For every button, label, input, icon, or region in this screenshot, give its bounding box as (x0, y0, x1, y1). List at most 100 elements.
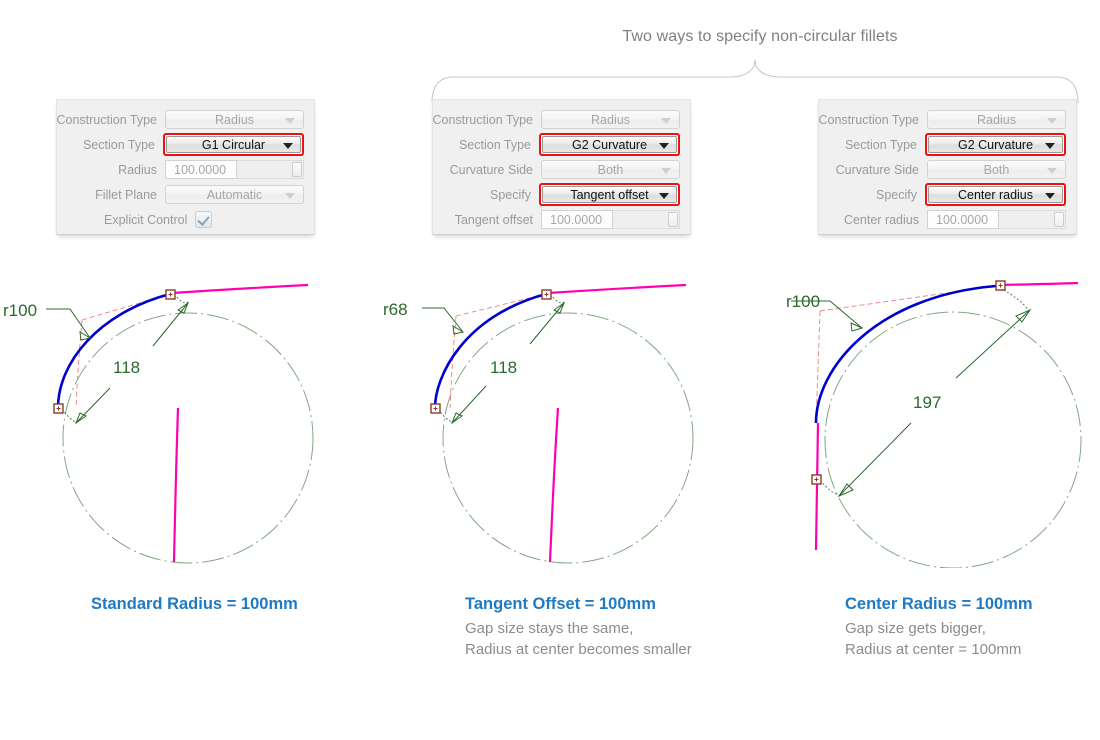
combo-construction-type[interactable]: Radius (541, 110, 680, 129)
combo-curvature-side[interactable]: Both (541, 160, 680, 179)
tangent-offset-slider-handle[interactable] (668, 212, 678, 227)
caption-line-2: Radius at center = 100mm (845, 641, 1022, 658)
row-construction-type: Construction Type Radius (56, 107, 304, 132)
label-construction-type: Construction Type (56, 112, 157, 127)
combo-specify-highlight: Center radius (925, 183, 1066, 206)
combo-construction-type[interactable]: Radius (165, 110, 304, 129)
chevron-down-icon (659, 142, 669, 149)
row-tangent-offset: Tangent offset 100.0000 (441, 207, 680, 232)
tangent-offset-slider-track[interactable] (613, 210, 680, 229)
bracket-icon (431, 59, 1079, 103)
numfield-radius[interactable]: 100.0000 (165, 160, 304, 179)
label-section-type: Section Type (844, 137, 917, 152)
panel-tangent-offset: Construction Type Radius Section Type G2… (432, 99, 691, 235)
numfield-tangent-offset[interactable]: 100.0000 (541, 210, 680, 229)
diagram-tangent-offset: r68 118 (383, 283, 694, 564)
center-radius-slider-handle[interactable] (1054, 212, 1064, 227)
caption-line-1: Gap size gets bigger, (845, 620, 986, 637)
combo-construction-type-value: Radius (215, 112, 254, 127)
row-section-type: Section Type G2 Curvature (827, 132, 1066, 157)
gap-label: 118 (490, 358, 517, 377)
combo-section-type-highlight: G2 Curvature (925, 133, 1066, 156)
caption-title: Tangent Offset = 100mm (465, 595, 656, 613)
combo-specify[interactable]: Tangent offset (542, 186, 677, 203)
check-icon (197, 213, 211, 226)
combo-section-type[interactable]: G2 Curvature (928, 136, 1063, 153)
combo-specify-value: Tangent offset (570, 187, 649, 202)
radius-label: r100 (3, 301, 37, 320)
caption-standard-radius: Standard Radius = 100mm (91, 595, 298, 618)
page-title: Two ways to specify non-circular fillets (622, 28, 898, 45)
row-specify: Specify Tangent offset (441, 182, 680, 207)
caption-center-radius: Center Radius = 100mm Gap size gets bigg… (845, 595, 1033, 660)
row-fillet-plane: Fillet Plane Automatic (65, 182, 304, 207)
row-construction-type: Construction Type Radius (432, 107, 680, 132)
combo-section-type-highlight: G1 Circular (163, 133, 304, 156)
combo-section-type-value: G1 Circular (201, 137, 266, 152)
label-section-type: Section Type (82, 137, 155, 152)
combo-section-type-value: G2 Curvature (957, 137, 1034, 152)
center-radius-input[interactable]: 100.0000 (927, 210, 999, 229)
chevron-down-icon (1045, 142, 1055, 149)
label-specify: Specify (490, 187, 531, 202)
label-fillet-plane: Fillet Plane (95, 187, 157, 202)
combo-construction-type-value: Radius (591, 112, 630, 127)
label-curvature-side: Curvature Side (449, 162, 533, 177)
combo-specify-highlight: Tangent offset (539, 183, 680, 206)
row-section-type: Section Type G1 Circular (65, 132, 304, 157)
caption-line-1: Gap size stays the same, (465, 620, 634, 637)
diagram-standard-radius: r100 118 (3, 283, 314, 564)
radius-input[interactable]: 100.0000 (165, 160, 237, 179)
numfield-center-radius[interactable]: 100.0000 (927, 210, 1066, 229)
radius-label: r100 (786, 292, 820, 311)
diagram-center-radius: r100 197 (786, 280, 1082, 568)
row-explicit-control: Explicit Control (65, 207, 304, 232)
label-construction-type: Construction Type (432, 112, 533, 127)
chevron-down-icon (283, 142, 293, 149)
chevron-down-icon (1047, 117, 1057, 124)
combo-construction-type-value: Radius (977, 112, 1016, 127)
radius-label: r68 (383, 300, 408, 319)
row-curvature-side: Curvature Side Both (827, 157, 1066, 182)
label-explicit-control: Explicit Control (104, 212, 188, 227)
explicit-control-checkbox[interactable] (195, 211, 213, 228)
label-radius: Radius (118, 162, 157, 177)
combo-section-type[interactable]: G2 Curvature (542, 136, 677, 153)
combo-section-type-value: G2 Curvature (571, 137, 648, 152)
gap-label: 197 (913, 393, 941, 412)
combo-section-type[interactable]: G1 Circular (166, 136, 301, 153)
panel-center-radius: Construction Type Radius Section Type G2… (818, 99, 1077, 235)
label-tangent-offset: Tangent offset (454, 212, 533, 227)
chevron-down-icon (659, 192, 669, 199)
combo-construction-type[interactable]: Radius (927, 110, 1066, 129)
label-center-radius: Center radius (843, 212, 919, 227)
caption-tangent-offset: Tangent Offset = 100mm Gap size stays th… (465, 595, 692, 660)
row-construction-type: Construction Type Radius (818, 107, 1066, 132)
label-construction-type: Construction Type (818, 112, 919, 127)
radius-slider-track[interactable] (237, 160, 304, 179)
center-radius-slider-track[interactable] (999, 210, 1066, 229)
caption-line-2: Radius at center becomes smaller (465, 641, 692, 658)
row-center-radius: Center radius 100.0000 (827, 207, 1066, 232)
gap-label: 118 (113, 358, 140, 377)
combo-fillet-plane[interactable]: Automatic (165, 185, 304, 204)
caption-title: Center Radius = 100mm (845, 595, 1033, 613)
combo-curvature-side[interactable]: Both (927, 160, 1066, 179)
combo-specify-value: Center radius (957, 187, 1034, 202)
tangent-offset-input[interactable]: 100.0000 (541, 210, 613, 229)
combo-specify[interactable]: Center radius (928, 186, 1063, 203)
row-section-type: Section Type G2 Curvature (441, 132, 680, 157)
chevron-down-icon (1047, 167, 1057, 174)
chevron-down-icon (285, 117, 295, 124)
combo-curvature-side-value: Both (597, 162, 624, 177)
combo-section-type-highlight: G2 Curvature (539, 133, 680, 156)
radius-slider-handle[interactable] (292, 162, 302, 177)
chevron-down-icon (1045, 192, 1055, 199)
chevron-down-icon (285, 192, 295, 199)
combo-curvature-side-value: Both (983, 162, 1010, 177)
panel-standard-radius: Construction Type Radius Section Type G1… (56, 99, 315, 235)
row-curvature-side: Curvature Side Both (441, 157, 680, 182)
combo-fillet-plane-value: Automatic (206, 187, 263, 202)
label-specify: Specify (876, 187, 917, 202)
label-section-type: Section Type (458, 137, 531, 152)
